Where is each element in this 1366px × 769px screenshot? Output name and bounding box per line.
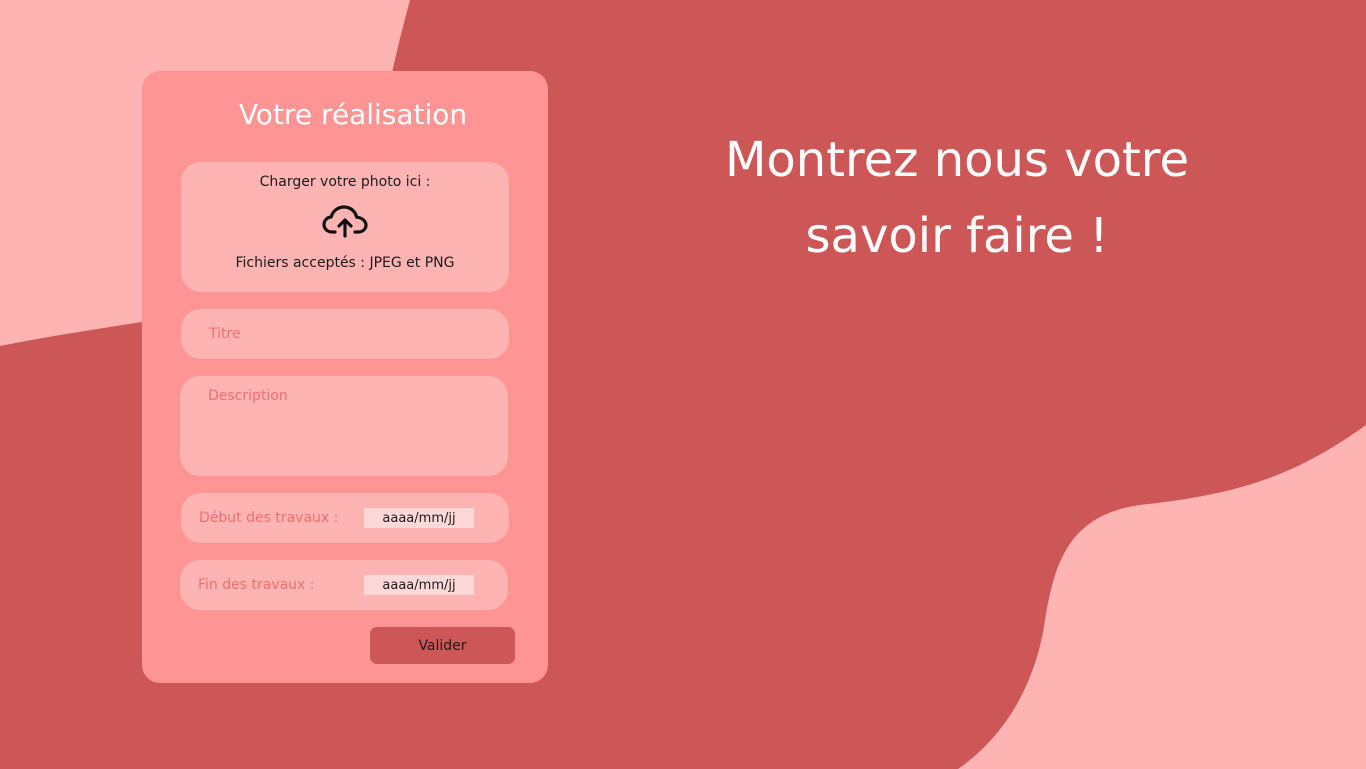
accepted-formats: Fichiers acceptés : JPEG et PNG: [235, 255, 455, 271]
fin-date-input[interactable]: [364, 575, 474, 595]
headline-line-1: Montrez nous votre: [725, 132, 1189, 188]
fin-travaux-row: Fin des travaux :: [180, 560, 508, 610]
description-field: [180, 376, 508, 476]
bottom-right-blob: [958, 425, 1366, 769]
debut-date-input[interactable]: [364, 508, 474, 528]
upload-label: Charger votre photo ici :: [259, 174, 431, 190]
cloud-upload-icon[interactable]: [322, 203, 368, 239]
valider-button[interactable]: Valider: [370, 627, 515, 664]
form-title: Votre réalisation: [238, 98, 468, 131]
photo-upload-zone[interactable]: Charger votre photo ici : Fichiers accep…: [181, 162, 509, 292]
fin-label: Fin des travaux :: [198, 577, 315, 593]
realisation-form-card: Votre réalisation Charger votre photo ic…: [142, 71, 548, 683]
headline-line-2: savoir faire !: [805, 208, 1109, 264]
debut-travaux-row: Début des travaux :: [181, 493, 509, 543]
debut-label: Début des travaux :: [199, 510, 339, 526]
titre-field: [181, 309, 509, 359]
description-input[interactable]: [180, 376, 508, 476]
titre-input[interactable]: [181, 309, 509, 359]
headline: Montrez nous votre savoir faire !: [660, 122, 1254, 274]
